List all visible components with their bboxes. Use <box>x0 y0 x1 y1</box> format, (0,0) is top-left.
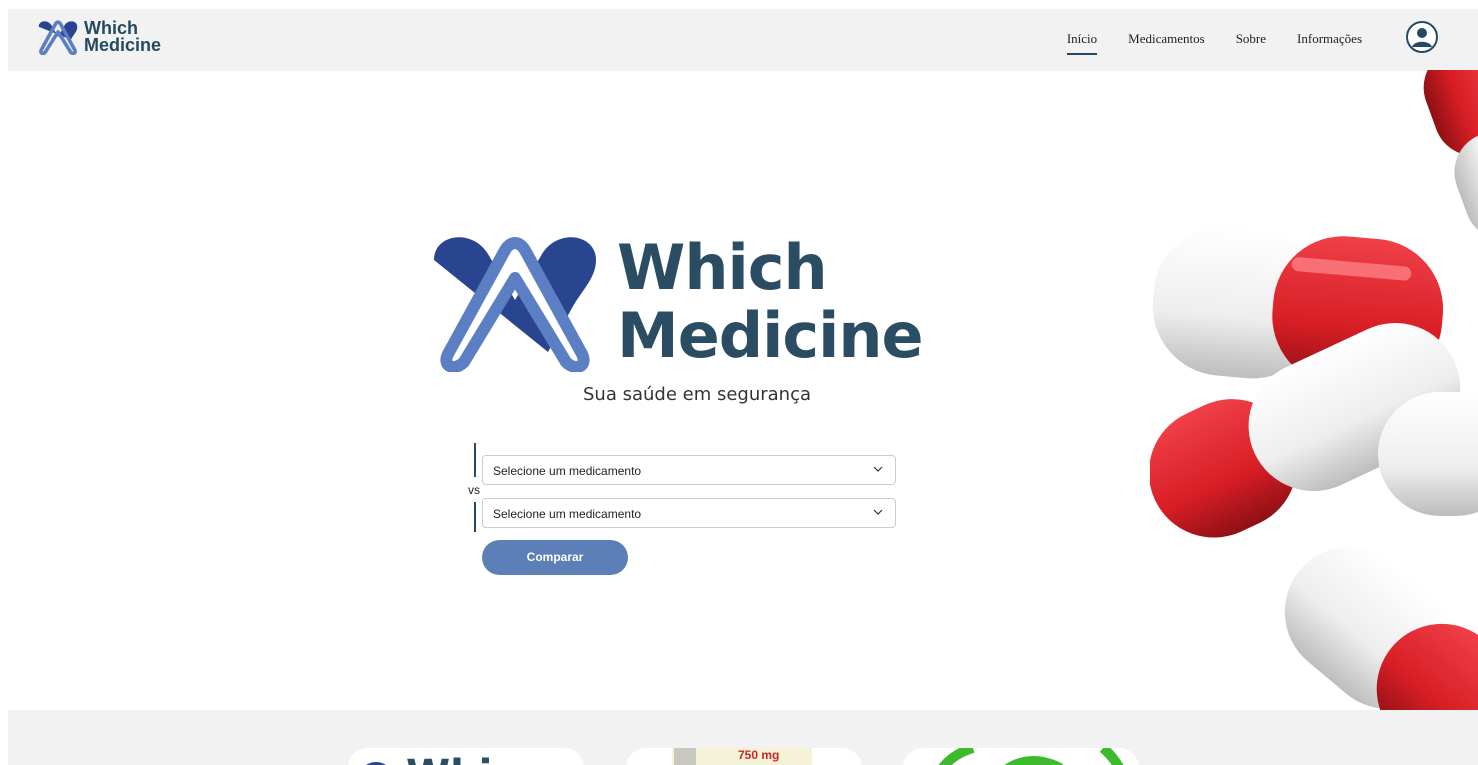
nav-inicio[interactable]: Início <box>1066 29 1098 55</box>
user-circle-icon[interactable] <box>1406 21 1438 53</box>
select1-accent-bar <box>474 443 476 477</box>
top-navbar: Which Medicine Início Medicamentos Sobre… <box>8 9 1478 71</box>
medicine-select-2-value: Selecione um medicamento <box>493 507 642 521</box>
nav-medicamentos[interactable]: Medicamentos <box>1128 29 1205 55</box>
card-which-medicine[interactable]: Whi <box>348 748 584 765</box>
brand-text: Which Medicine <box>84 19 162 55</box>
capsules-image <box>1150 70 1478 710</box>
which-medicine-card-logo-icon: Whi <box>366 752 492 765</box>
chevron-down-icon <box>873 509 883 515</box>
brand-logo[interactable]: Which Medicine <box>36 19 161 55</box>
compare-button[interactable]: Comparar <box>482 540 628 575</box>
main-nav: Início Medicamentos Sobre Informações <box>1036 29 1362 55</box>
medicine-select-2[interactable]: Selecione um medicamento <box>482 498 896 528</box>
nav-sobre[interactable]: Sobre <box>1236 29 1266 55</box>
vs-label: vs <box>468 483 480 497</box>
select2-accent-bar <box>474 502 476 532</box>
hero-title-line1: Which <box>617 231 828 304</box>
hero-title-line2: Medicine <box>617 299 924 372</box>
brand-line2: Medicine <box>84 35 162 55</box>
hero-tagline: Sua saúde em segurança <box>583 384 812 405</box>
chevron-down-icon <box>873 466 883 472</box>
which-medicine-mark-icon <box>434 237 596 372</box>
card-medicine-box[interactable]: 750 mg <box>626 748 862 765</box>
green-logo-icon <box>938 748 1124 765</box>
svg-text:Whi: Whi <box>406 752 492 765</box>
nav-informacoes[interactable]: Informações <box>1297 29 1362 55</box>
which-medicine-logo-icon <box>38 20 78 55</box>
card-green-logo[interactable] <box>903 748 1139 765</box>
medicine-select-1[interactable]: Selecione um medicamento <box>482 455 896 485</box>
card-dose-label: 750 mg <box>738 748 780 762</box>
bottom-cards-section: Whi 750 mg <box>8 710 1478 765</box>
medicine-select-1-value: Selecione um medicamento <box>493 464 642 478</box>
hero-logo: Which Medicine <box>430 232 940 372</box>
